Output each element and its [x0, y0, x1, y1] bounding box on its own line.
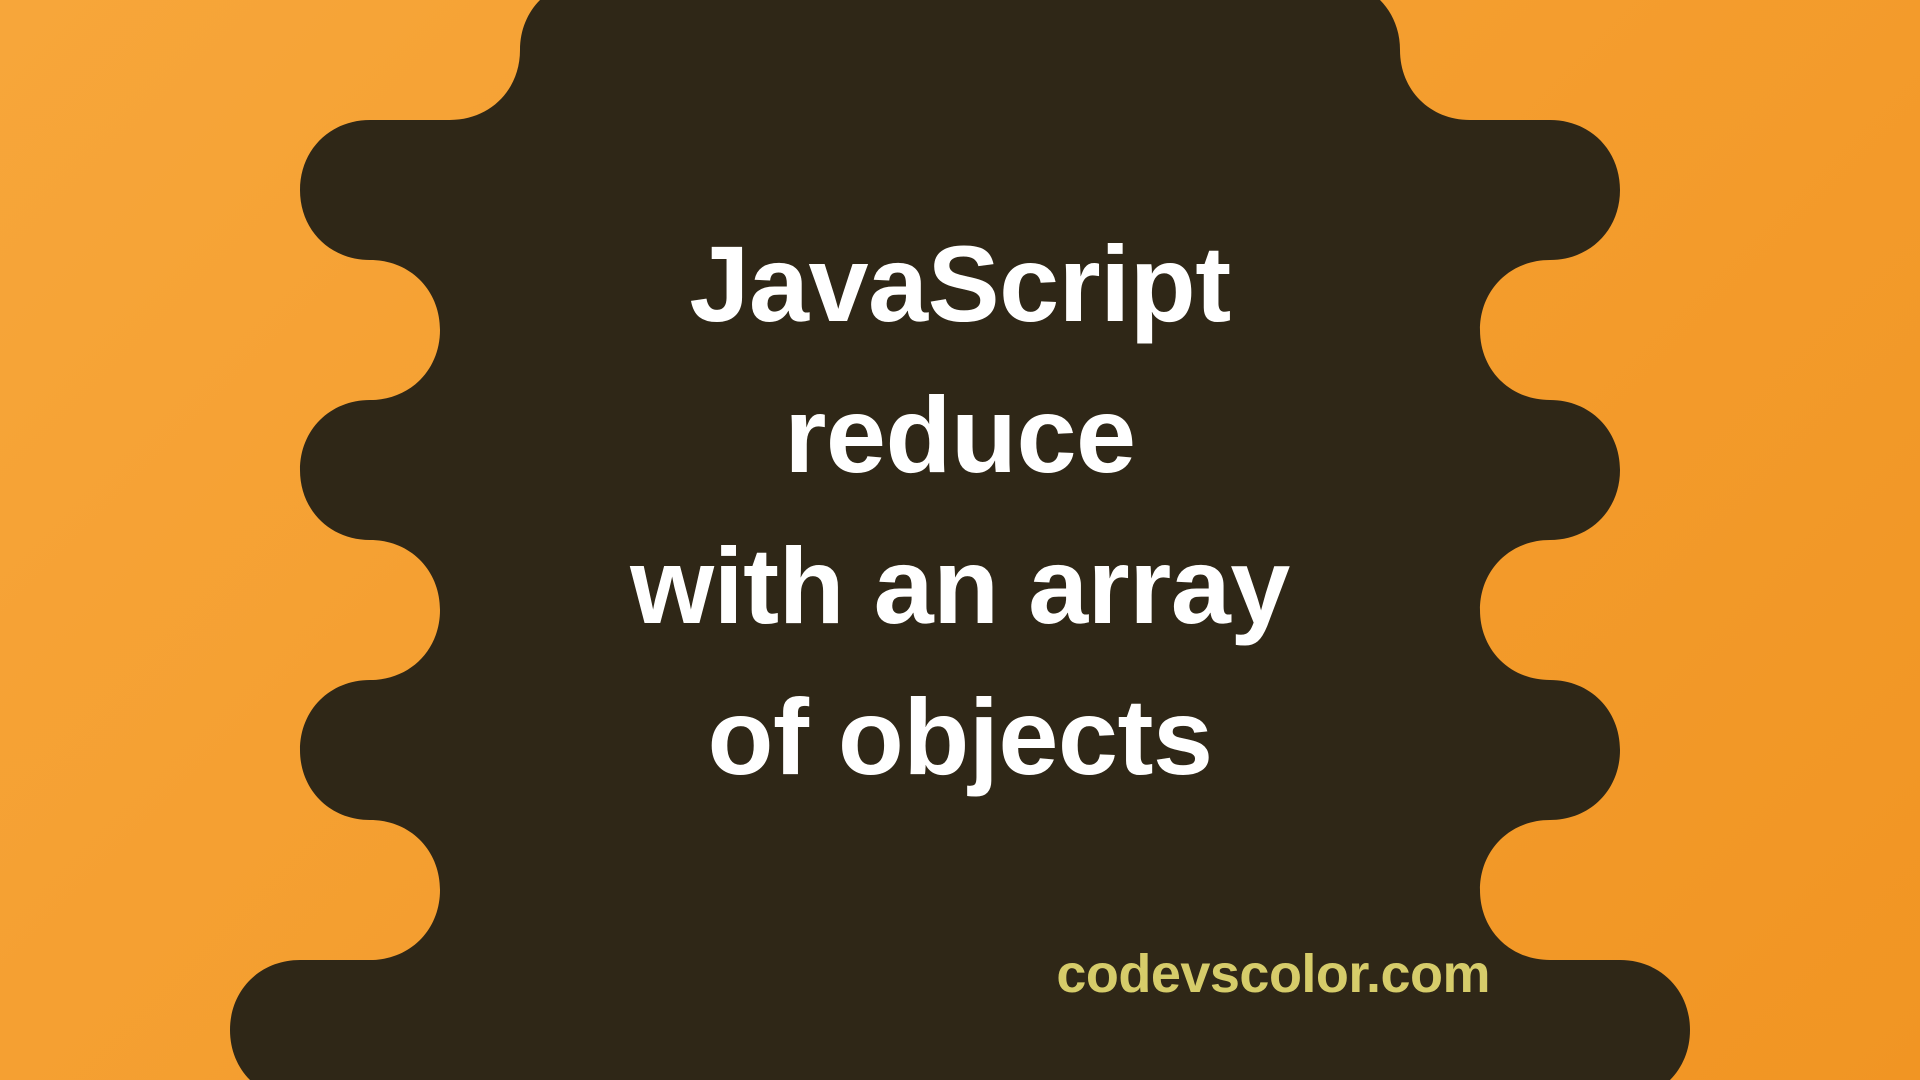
- footer-site: codevscolor.com: [1056, 943, 1490, 1005]
- footer: codevscolor.com: [1056, 943, 1490, 1005]
- title-line-4: of objects: [0, 661, 1920, 812]
- title-line-2: reduce: [0, 359, 1920, 510]
- banner-canvas: JavaScript reduce with an array of objec…: [0, 0, 1920, 1080]
- title-text: JavaScript reduce with an array of objec…: [0, 208, 1920, 813]
- title-line-1: JavaScript: [0, 208, 1920, 359]
- title-line-3: with an array: [0, 510, 1920, 661]
- title-block: JavaScript reduce with an array of objec…: [0, 268, 1920, 813]
